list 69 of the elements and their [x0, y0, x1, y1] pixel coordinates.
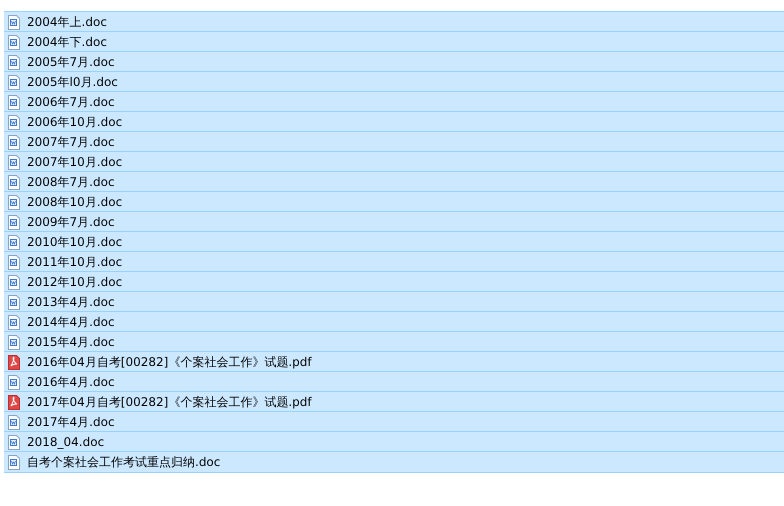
document-icon: [8, 14, 20, 30]
document-icon: [8, 174, 20, 190]
file-row[interactable]: 2017年04月自考[00282]《个案社会工作》试题.pdf: [4, 391, 784, 412]
file-name: 2009年7月.doc: [27, 214, 115, 230]
file-row[interactable]: 自考个案社会工作考试重点归纳.doc: [4, 451, 784, 473]
file-name: 2008年7月.doc: [27, 174, 115, 190]
file-name: 2018_04.doc: [27, 435, 104, 449]
file-name: 2004年下.doc: [27, 34, 107, 50]
document-icon: [8, 414, 20, 430]
document-icon: [8, 254, 20, 270]
file-name: 2014年4月.doc: [27, 314, 115, 330]
document-icon: [8, 154, 20, 170]
document-icon: [8, 114, 20, 130]
file-name: 2011年10月.doc: [27, 254, 122, 270]
file-row[interactable]: 2009年7月.doc: [4, 211, 784, 232]
file-name: 2008年10月.doc: [27, 194, 122, 210]
document-icon: [8, 34, 20, 50]
document-icon: [8, 434, 20, 450]
file-name: 2017年4月.doc: [27, 414, 115, 430]
file-row[interactable]: 2008年10月.doc: [4, 191, 784, 212]
document-icon: [8, 234, 20, 250]
pdf-icon: [8, 354, 20, 370]
document-icon: [8, 454, 20, 470]
file-name: 2007年10月.doc: [27, 154, 122, 170]
file-name: 2004年上.doc: [27, 14, 107, 30]
file-name: 2010年10月.doc: [27, 234, 122, 250]
file-row[interactable]: 2012年10月.doc: [4, 271, 784, 292]
document-icon: [8, 74, 20, 90]
file-name: 2016年04月自考[00282]《个案社会工作》试题.pdf: [27, 354, 312, 370]
file-name: 2017年04月自考[00282]《个案社会工作》试题.pdf: [27, 394, 312, 410]
file-row[interactable]: 2016年4月.doc: [4, 371, 784, 392]
file-name: 2016年4月.doc: [27, 374, 115, 390]
file-name: 2015年4月.doc: [27, 334, 115, 350]
file-row[interactable]: 2013年4月.doc: [4, 291, 784, 312]
file-row[interactable]: 2010年10月.doc: [4, 231, 784, 252]
document-icon: [8, 274, 20, 290]
file-row[interactable]: 2007年7月.doc: [4, 131, 784, 152]
file-name: 2005年7月.doc: [27, 54, 115, 70]
file-row[interactable]: 2016年04月自考[00282]《个案社会工作》试题.pdf: [4, 351, 784, 372]
file-name: 2012年10月.doc: [27, 274, 122, 290]
file-row[interactable]: 2006年10月.doc: [4, 111, 784, 132]
document-icon: [8, 294, 20, 310]
document-icon: [8, 374, 20, 390]
document-icon: [8, 194, 20, 210]
file-row[interactable]: 2004年下.doc: [4, 31, 784, 52]
file-name: 2005年l0月.doc: [27, 74, 118, 90]
file-row[interactable]: 2005年7月.doc: [4, 51, 784, 72]
file-row[interactable]: 2004年上.doc: [4, 11, 784, 32]
file-name: 2006年10月.doc: [27, 114, 122, 130]
document-icon: [8, 134, 20, 150]
file-row[interactable]: 2008年7月.doc: [4, 171, 784, 192]
pdf-icon: [8, 394, 20, 410]
document-icon: [8, 334, 20, 350]
document-icon: [8, 214, 20, 230]
file-row[interactable]: 2018_04.doc: [4, 431, 784, 452]
file-row[interactable]: 2005年l0月.doc: [4, 71, 784, 92]
document-icon: [8, 314, 20, 330]
file-row[interactable]: 2017年4月.doc: [4, 411, 784, 432]
document-icon: [8, 54, 20, 70]
file-row[interactable]: 2011年10月.doc: [4, 251, 784, 272]
file-row[interactable]: 2015年4月.doc: [4, 331, 784, 352]
document-icon: [8, 94, 20, 110]
file-row[interactable]: 2014年4月.doc: [4, 311, 784, 332]
file-name: 2013年4月.doc: [27, 294, 115, 310]
file-name: 2006年7月.doc: [27, 94, 115, 110]
file-row[interactable]: 2007年10月.doc: [4, 151, 784, 172]
file-name: 自考个案社会工作考试重点归纳.doc: [27, 454, 220, 470]
file-name: 2007年7月.doc: [27, 134, 115, 150]
file-row[interactable]: 2006年7月.doc: [4, 91, 784, 112]
